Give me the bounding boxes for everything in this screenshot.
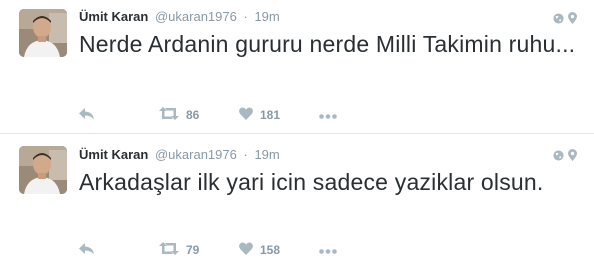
- timestamp-link[interactable]: 19m: [254, 147, 279, 162]
- more-button[interactable]: [319, 108, 349, 122]
- fullname[interactable]: Ümit Karan: [79, 9, 148, 24]
- retweet-icon: [159, 242, 179, 258]
- fullname[interactable]: Ümit Karan: [79, 147, 148, 162]
- globe-icon: [553, 11, 564, 29]
- separator: ·: [243, 9, 248, 24]
- reply-icon: [79, 107, 95, 123]
- like-count: 181: [260, 108, 281, 122]
- retweet-count: 79: [186, 243, 200, 257]
- more-icon: [319, 243, 337, 257]
- username[interactable]: @ukaran1976: [155, 9, 237, 24]
- username[interactable]: @ukaran1976: [155, 147, 237, 162]
- reply-icon: [79, 242, 95, 258]
- header-icons: [553, 148, 577, 166]
- avatar[interactable]: [19, 146, 67, 194]
- tweet-actions: 86 181: [79, 106, 349, 124]
- tweet[interactable]: Ümit Karan @ukaran1976 · 19m Arkadaşlar …: [0, 133, 594, 263]
- reply-button[interactable]: [79, 242, 159, 258]
- avatar[interactable]: [19, 9, 67, 57]
- retweet-button[interactable]: 79: [159, 242, 239, 258]
- location-pin-icon: [568, 148, 577, 166]
- retweet-button[interactable]: 86: [159, 107, 239, 123]
- more-button[interactable]: [319, 243, 349, 257]
- like-button[interactable]: 158: [239, 242, 319, 258]
- retweet-icon: [159, 107, 179, 123]
- tweet-text: Arkadaşlar ilk yari icin sadece yaziklar…: [79, 169, 544, 195]
- separator: ·: [243, 147, 248, 162]
- tweet-text: Nerde Ardanin gururu nerde Milli Takimin…: [79, 31, 576, 57]
- location-pin-icon: [568, 11, 577, 29]
- like-button[interactable]: 181: [239, 107, 319, 123]
- header-icons: [553, 11, 577, 29]
- tweet-actions: 79 158: [79, 241, 349, 259]
- reply-button[interactable]: [79, 107, 159, 123]
- tweet[interactable]: Ümit Karan @ukaran1976 · 19m Nerde Ardan…: [0, 0, 594, 133]
- heart-icon: [239, 107, 253, 123]
- retweet-count: 86: [186, 108, 200, 122]
- like-count: 158: [260, 243, 281, 257]
- timestamp-link[interactable]: 19m: [254, 9, 279, 24]
- tweet-header: Ümit Karan @ukaran1976 · 19m: [79, 8, 280, 26]
- globe-icon: [553, 148, 564, 166]
- tweet-header: Ümit Karan @ukaran1976 · 19m: [79, 146, 280, 164]
- heart-icon: [239, 242, 253, 258]
- more-icon: [319, 108, 337, 122]
